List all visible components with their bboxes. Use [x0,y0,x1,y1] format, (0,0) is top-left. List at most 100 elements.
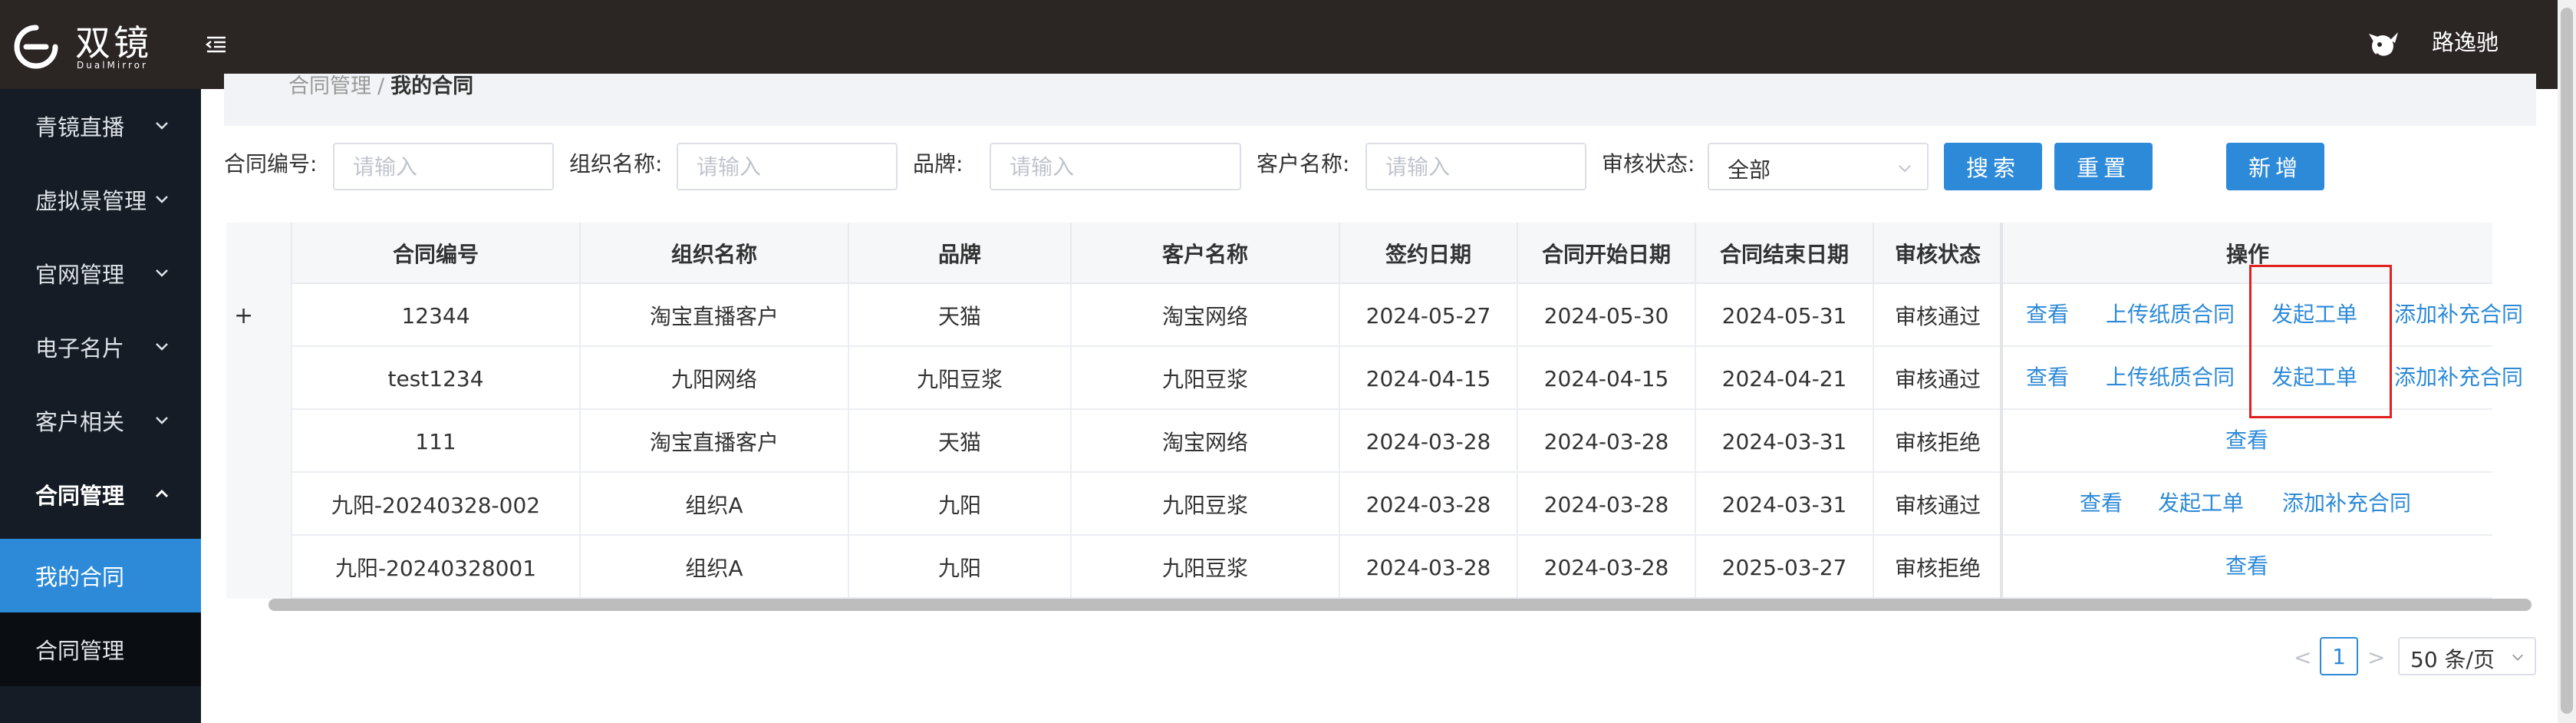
column-header: 操作 [2225,242,2269,267]
cell-audit-status: 审核通过 [1874,473,2003,536]
column-header: 合同编号 [292,223,581,284]
cell-audit-status: 审核通过 [1874,284,2003,347]
cell-customer-name: 九阳豆浆 [1072,536,1340,599]
sidebar-item-label: 电子名片 [35,335,125,362]
expand-cell [226,473,292,536]
create-ticket-link[interactable]: 发起工单 [2271,299,2357,330]
cell-brand: 九阳 [849,473,1072,536]
column-header: 组织名称 [581,223,849,284]
pagination-prev-icon[interactable]: < [2294,645,2311,670]
view-link[interactable]: 查看 [2225,425,2268,456]
cell-contract-no: 12344 [292,284,581,347]
pagination-page[interactable]: 1 [2320,637,2358,675]
column-header: 合同结束日期 [1696,223,1874,284]
cell-sign-date: 2024-03-28 [1340,536,1518,599]
table-row: 九阳-20240328-002 组织A 九阳 九阳豆浆 2024-03-28 2… [226,473,2492,536]
upload-paper-contract-link[interactable]: 上传纸质合同 [2106,362,2235,393]
chevron-down-icon [1899,165,1911,173]
page-vertical-scrollbar[interactable] [2558,0,2576,723]
page-size-value: 50 条/页 [2410,647,2495,672]
cell-end-date: 2024-04-21 [1696,347,1874,410]
cell-operations: 查看 上传纸质合同 发起工单 添加补充合同 [2003,284,2523,347]
view-link[interactable]: 查看 [2026,299,2069,330]
sidebar-item-live[interactable]: 青镜直播 [0,89,201,163]
chevron-down-icon [2512,654,2524,661]
sidebar-sub-my-contract[interactable]: 我的合同 [0,539,201,612]
breadcrumb-parent[interactable]: 合同管理 [288,74,371,98]
column-header: 品牌 [849,223,1072,284]
cell-audit-status: 审核拒绝 [1874,410,2003,473]
sidebar-item-customer[interactable]: 客户相关 [0,384,201,457]
reset-button[interactable]: 重置 [2054,143,2153,190]
page-size-select[interactable]: 50 条/页 [2398,637,2536,675]
cell-end-date: 2024-05-31 [1696,284,1874,347]
chevron-down-icon [156,343,168,351]
user-name[interactable]: 路逸驰 [2432,29,2499,55]
create-ticket-link[interactable]: 发起工单 [2271,362,2357,393]
menu-fold-icon[interactable] [201,29,232,60]
add-supplement-contract-link[interactable]: 添加补充合同 [2282,488,2411,519]
contract-no-input[interactable] [333,143,554,190]
add-supplement-contract-link[interactable]: 添加补充合同 [2394,362,2523,393]
table-horizontal-scrollbar[interactable] [268,599,2532,611]
org-name-label: 组织名称: [569,151,663,177]
column-header: 合同开始日期 [1518,223,1696,284]
sidebar-item-label: 合同管理 [35,483,125,509]
sidebar-item-contract[interactable]: 合同管理 [0,457,201,531]
expand-row-icon[interactable]: + [234,302,253,329]
scrollbar-thumb[interactable] [2561,8,2573,714]
sidebar-sub-label: 我的合同 [35,564,125,590]
cell-audit-status: 审核通过 [1874,347,2003,410]
audit-status-select[interactable]: 全部 [1708,143,1929,190]
customer-name-input[interactable] [1365,143,1586,190]
cell-operations: 查看 [2003,536,2492,599]
chevron-down-icon [156,417,168,424]
cell-audit-status: 审核拒绝 [1874,536,2003,599]
add-supplement-contract-link[interactable]: 添加补充合同 [2394,299,2523,330]
cell-start-date: 2024-03-28 [1518,410,1696,473]
sidebar-item-website[interactable]: 官网管理 [0,236,201,310]
sidebar-sub-contract-manage[interactable]: 合同管理 [0,612,201,686]
sidebar-item-virtual-scene[interactable]: 虚拟景管理 [0,163,201,236]
expand-cell [226,347,292,410]
table-row: + 12344 淘宝直播客户 天猫 淘宝网络 2024-05-27 2024-0… [226,284,2523,347]
cell-start-date: 2024-05-30 [1518,284,1696,347]
logo[interactable]: 双镜 DualMirror [11,14,164,75]
search-button[interactable]: 搜索 [1944,143,2042,190]
view-link[interactable]: 查看 [2080,488,2123,519]
view-link[interactable]: 查看 [2026,362,2069,393]
view-link[interactable]: 查看 [2225,551,2268,582]
sidebar-item-label: 青镜直播 [35,114,125,140]
contract-table: 合同编号 组织名称 品牌 客户名称 签约日期 合同开始日期 合同结束日期 审核状… [226,223,2523,603]
cell-contract-no: 九阳-20240328-002 [292,473,581,536]
cell-brand: 天猫 [849,284,1072,347]
cell-start-date: 2024-04-15 [1518,347,1696,410]
user-avatar-icon[interactable] [2363,23,2406,66]
cell-start-date: 2024-03-28 [1518,536,1696,599]
audit-status-value: 全部 [1728,157,1771,183]
create-ticket-link[interactable]: 发起工单 [2158,488,2244,519]
cell-org-name: 九阳网络 [581,347,849,410]
sidebar-item-label: 客户相关 [35,409,125,435]
brand-input[interactable] [990,143,1241,190]
logo-text: 双镜 [75,22,152,64]
audit-status-label: 审核状态: [1602,151,1695,177]
expand-cell: + [226,284,292,347]
org-name-input[interactable] [677,143,898,190]
add-button[interactable]: 新增 [2226,143,2324,190]
upload-paper-contract-link[interactable]: 上传纸质合同 [2106,299,2235,330]
fixed-column-divider [2000,223,2003,603]
sidebar-item-business-card[interactable]: 电子名片 [0,310,201,384]
cell-operations: 查看 [2003,410,2492,473]
cell-customer-name: 九阳豆浆 [1072,473,1340,536]
sidebar-item-label: 虚拟景管理 [35,188,147,214]
table-header: 合同编号 组织名称 品牌 客户名称 签约日期 合同开始日期 合同结束日期 审核状… [226,223,2492,284]
contract-no-label: 合同编号: [224,151,318,177]
table-row: test1234 九阳网络 九阳豆浆 九阳豆浆 2024-04-15 2024-… [226,347,2523,410]
cell-end-date: 2024-03-31 [1696,410,1874,473]
breadcrumb-current: 我的合同 [390,74,474,98]
column-header: 客户名称 [1072,223,1340,284]
pagination-next-icon[interactable]: > [2367,645,2385,670]
chevron-down-icon [156,196,168,203]
breadcrumb-bar: 合同管理 / 我的合同 [224,74,2536,126]
